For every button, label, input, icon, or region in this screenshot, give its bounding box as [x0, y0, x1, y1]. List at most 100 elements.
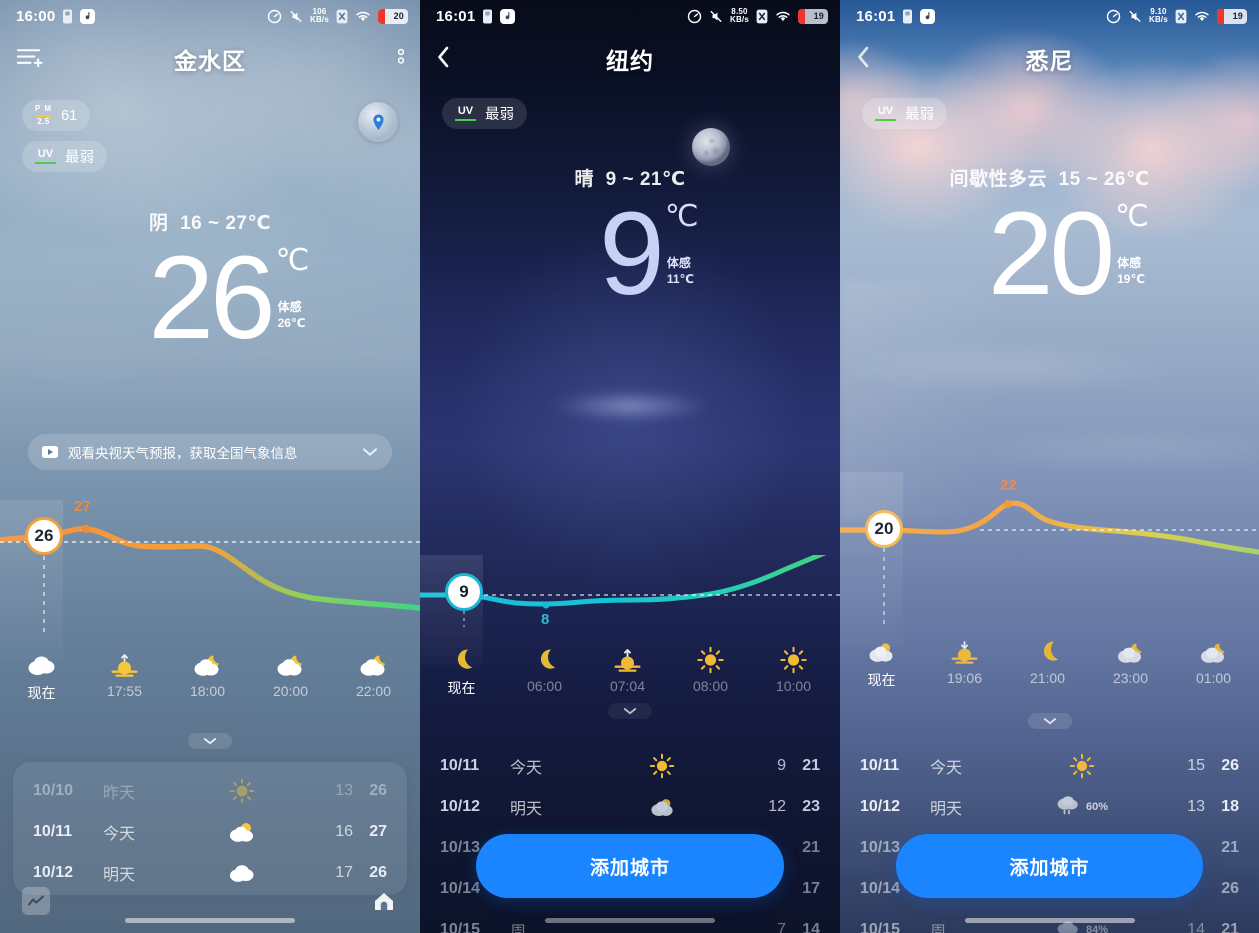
sim-icon [902, 9, 913, 24]
row-weekday: 今天 [103, 825, 136, 843]
condition-chips: UV 最弱 [420, 86, 840, 139]
trend-chart-icon[interactable] [22, 887, 50, 915]
current-condition: 间歇性多云 15 ~ 26℃ [949, 169, 1150, 190]
hourly-cell[interactable]: 18:00 [166, 648, 249, 703]
map-pin-icon[interactable] [358, 102, 398, 142]
sim-icon [482, 9, 493, 24]
sim-icon [62, 9, 73, 24]
speedometer-icon [687, 9, 702, 24]
row-weekday: 昨天 [103, 784, 136, 802]
wifi-icon [775, 10, 791, 23]
row-date: 10/12 [440, 797, 481, 815]
row-date: 10/12 [860, 797, 901, 815]
uv-icon: UV [455, 105, 476, 122]
row-low: 12 [768, 797, 786, 815]
hourly-cell[interactable]: 08:00 [669, 643, 752, 698]
partly-cloudy-icon [840, 635, 923, 669]
hourly-cell[interactable]: 07:04 [586, 643, 669, 698]
bottom-navigation [0, 885, 420, 933]
table-row[interactable]: 10/12 明天 60% 13 18 [840, 786, 1259, 827]
partly-cloudy-night-icon [332, 648, 415, 682]
mute-icon [289, 9, 303, 24]
hourly-cell[interactable]: 现在 [840, 635, 923, 690]
partly-cloudy-night-icon [166, 648, 249, 682]
hourly-row: 现在 19:06 21:00 23:00 01:00 [840, 635, 1259, 690]
expand-hourly-button[interactable] [188, 733, 232, 749]
daily-forecast-list[interactable]: 10/10 昨天 13 26 10/11 今天 16 27 10/12 明天 1… [13, 762, 407, 895]
chevron-down-icon[interactable] [362, 445, 378, 460]
hourly-cell[interactable]: 19:06 [923, 635, 1006, 690]
pm25-chip[interactable]: P M 2.5 61 [22, 100, 91, 131]
uv-chip[interactable]: UV 最弱 [862, 98, 947, 129]
status-time: 16:00 [16, 7, 56, 25]
battery-icon: 19 [1217, 8, 1247, 24]
hourly-cell[interactable]: 20:00 [249, 648, 332, 703]
sunny-icon [752, 643, 835, 677]
table-row[interactable]: 10/11 今天 16 27 [13, 811, 407, 852]
hourly-cell[interactable]: 17:55 [83, 648, 166, 703]
page-title: 纽约 [606, 48, 654, 74]
app-bar: 悉尼 [840, 32, 1259, 86]
hourly-forecast[interactable]: 26 27 现在 17:55 18:00 20:00 22:00 [0, 498, 420, 749]
cctv-weather-banner[interactable]: 观看央视天气预报，获取全国气象信息 [28, 434, 392, 470]
sunny-icon [669, 643, 752, 677]
more-options-icon[interactable] [397, 47, 405, 72]
hourly-cell[interactable]: 06:00 [503, 643, 586, 698]
current-temp-marker: 26 [25, 517, 63, 555]
sunny-icon [992, 753, 1171, 779]
crescent-moon-icon [420, 643, 503, 677]
battery-icon: 19 [798, 8, 828, 24]
hourly-forecast[interactable]: 20 22 现在 19:06 21:00 23:00 01:00 [840, 472, 1259, 729]
row-weekday: 明天 [930, 800, 963, 818]
hourly-row: 现在 17:55 18:00 20:00 22:00 [0, 648, 420, 703]
network-speed-icon: 9.10 KB/s [1148, 6, 1168, 24]
expand-hourly-button[interactable] [608, 703, 652, 719]
row-low: 15 [1187, 756, 1205, 774]
uv-chip[interactable]: UV 最弱 [22, 141, 107, 172]
speedometer-icon [267, 9, 282, 24]
row-date: 10/11 [860, 756, 900, 774]
sunny-icon [572, 753, 752, 779]
page-title: 悉尼 [1025, 48, 1074, 74]
network-speed-icon: 106 KB/s [309, 6, 329, 24]
row-low: 13 [335, 781, 353, 799]
hourly-cell[interactable]: 22:00 [332, 648, 415, 703]
hourly-forecast[interactable]: 9 8 现在 06:00 07:04 08:00 10:00 [420, 555, 840, 719]
add-city-list-icon[interactable] [16, 47, 43, 72]
banner-text: 观看央视天气预报，获取全国气象信息 [68, 446, 298, 461]
expand-hourly-button[interactable] [1027, 713, 1072, 729]
status-bar: 16:01 9.10 KB/s 19 [840, 0, 1259, 32]
hourly-cell[interactable]: 10:00 [752, 643, 835, 698]
mute-icon [1128, 9, 1142, 24]
speedometer-icon [1106, 9, 1121, 24]
home-icon[interactable] [370, 887, 398, 915]
bottom-navigation [840, 885, 1259, 933]
back-arrow-icon[interactable] [436, 45, 451, 74]
no-sim-icon [756, 9, 768, 24]
row-date: 10/11 [33, 822, 73, 840]
weather-panel-sydney: 16:01 9.10 KB/s 19 悉尼 UV 最弱 间歇性多云 15 ~ 2… [840, 0, 1259, 933]
hourly-cell[interactable]: 现在 [420, 643, 503, 698]
condition-chips: P M 2.5 61 UV 最弱 [0, 86, 420, 182]
uv-chip[interactable]: UV 最弱 [442, 98, 527, 129]
current-weather: 间歇性多云 15 ~ 26℃ 20 ℃ 体感 19℃ [840, 164, 1259, 313]
music-app-icon [80, 8, 96, 24]
table-row[interactable]: 10/11 今天 15 26 [840, 745, 1259, 786]
uv-icon: UV [875, 105, 896, 122]
sunset-icon [923, 635, 1006, 669]
hourly-cell[interactable]: 21:00 [1006, 635, 1089, 690]
moon-icon [692, 128, 730, 166]
back-arrow-icon[interactable] [856, 45, 871, 74]
table-row[interactable]: 10/12 明天 12 23 [420, 786, 840, 827]
table-row[interactable]: 10/10 昨天 13 26 [13, 770, 407, 811]
row-high: 23 [802, 797, 820, 815]
current-weather: 晴 9 ~ 21℃ 9 ℃ 体感 11℃ [420, 164, 840, 313]
table-row[interactable]: 10/11 今天 9 21 [420, 745, 840, 786]
uv-icon: UV [35, 148, 56, 165]
hourly-cell[interactable]: 01:00 [1172, 635, 1255, 690]
peak-temp-label: 8 [541, 611, 550, 628]
hourly-cell[interactable]: 23:00 [1089, 635, 1172, 690]
sunset-icon [83, 648, 166, 682]
hourly-cell[interactable]: 现在 [0, 648, 83, 703]
home-indicator [545, 918, 715, 923]
